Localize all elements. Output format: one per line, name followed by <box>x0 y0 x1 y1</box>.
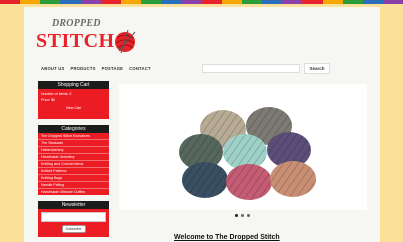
category-link[interactable]: The Stockade <box>38 139 109 146</box>
yarn-ball-icon <box>115 29 136 54</box>
search-input[interactable] <box>202 64 300 73</box>
view-cart-link[interactable]: View Cart <box>38 103 109 117</box>
nav-contact[interactable]: CONTACT <box>129 66 151 71</box>
stripe-segment <box>201 0 222 4</box>
stripe-segment <box>141 0 162 4</box>
stripe-segment <box>262 0 283 4</box>
search-button[interactable]: Search <box>304 63 330 74</box>
stripe-segment <box>161 0 182 4</box>
nav-products[interactable]: PRODUCTS <box>70 66 95 71</box>
category-link[interactable]: Knitting Bags <box>38 174 109 181</box>
category-link[interactable]: Knitted Patterns <box>38 167 109 174</box>
cart-title: Shopping Cart <box>38 81 109 89</box>
stripe-segment <box>40 0 61 4</box>
carousel-dot[interactable] <box>241 214 244 217</box>
logo-text-stitch: STITCH <box>36 30 115 52</box>
stripe-segment <box>20 0 41 4</box>
stripe-segment <box>0 0 21 4</box>
category-link[interactable]: Handmade Giftware Cuffles <box>38 188 109 195</box>
stripe-segment <box>302 0 323 4</box>
stripe-segment <box>322 0 343 4</box>
welcome-heading: Welcome to The Dropped Stitch <box>174 234 280 241</box>
category-link[interactable]: Haberdashery <box>38 146 109 153</box>
carousel-dots <box>235 214 250 217</box>
carousel-dot[interactable] <box>247 214 250 217</box>
carousel-dot[interactable] <box>235 214 238 217</box>
stripe-segment <box>80 0 101 4</box>
category-link[interactable]: Needle Felting <box>38 181 109 188</box>
sidebar: Shopping Cart Number of items: 0 Price: … <box>38 81 109 242</box>
stripe-segment <box>100 0 121 4</box>
color-stripe <box>0 0 403 4</box>
stripe-segment <box>120 0 142 4</box>
categories-title: Categories <box>38 125 109 133</box>
stripe-segment <box>382 0 403 4</box>
stripe-segment <box>60 0 81 4</box>
newsletter-title: Newsletter <box>38 201 109 209</box>
category-link[interactable]: Handmade Jewellery <box>38 153 109 160</box>
stripe-segment <box>342 0 363 4</box>
subscribe-button[interactable]: Subscribe <box>61 225 86 233</box>
newsletter-box: Newsletter Subscribe <box>38 201 109 237</box>
stripe-segment <box>362 0 383 4</box>
nav-postage[interactable]: POSTAGE <box>102 66 124 71</box>
cart-box: Shopping Cart Number of items: 0 Price: … <box>38 81 109 119</box>
categories-list: The Dropped Stitch Exclusives The Stockad… <box>38 133 109 195</box>
logo-text-dropped: DROPPED <box>52 18 101 29</box>
hero-carousel[interactable] <box>119 84 367 210</box>
category-link[interactable]: Knitting and Crochet Items <box>38 160 109 167</box>
newsletter-email-input[interactable] <box>41 212 106 222</box>
yarn-skeins-image <box>179 107 316 200</box>
categories-box: Categories The Dropped Stitch Exclusives… <box>38 125 109 195</box>
stripe-segment <box>221 0 242 4</box>
stripe-segment <box>241 0 263 4</box>
main-nav: ABOUT US PRODUCTS POSTAGE CONTACT <box>41 66 151 71</box>
nav-about-us[interactable]: ABOUT US <box>41 66 64 71</box>
stripe-segment <box>282 0 303 4</box>
page-container: DROPPED STITCH ABOUT US PRODUCTS POSTAGE… <box>24 7 380 242</box>
site-logo[interactable]: DROPPED STITCH <box>36 16 146 60</box>
stripe-segment <box>181 0 202 4</box>
